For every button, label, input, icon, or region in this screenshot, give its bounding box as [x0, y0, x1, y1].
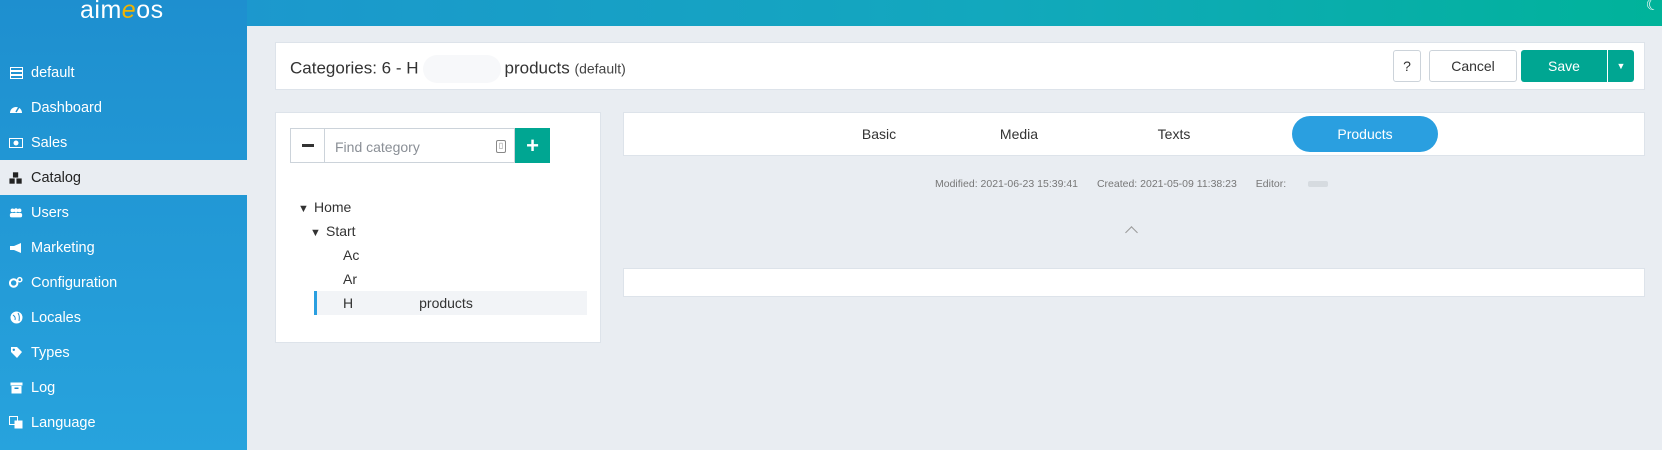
tab-media[interactable]: Media [959, 116, 1079, 152]
cubes-icon [9, 171, 23, 185]
money-icon [9, 136, 23, 150]
modified-date: Modified: 2021-06-23 15:39:41 [935, 178, 1079, 190]
sidebar-item-label: default [31, 64, 75, 81]
tree-toolbar: ▯ + [290, 128, 550, 163]
tab-texts[interactable]: Texts [1114, 116, 1234, 152]
tree-node[interactable]: Ac [343, 247, 359, 263]
contact-card-icon: ▯ [496, 140, 506, 153]
item-meta: Modified: 2021-06-23 15:39:41 Created: 2… [935, 178, 1360, 190]
item-tabs: Basic Media Texts Products [623, 112, 1645, 156]
products-list-panel [623, 268, 1645, 297]
sidebar-item-types[interactable]: Types [0, 335, 247, 370]
sidebar-item-label: Users [31, 204, 69, 221]
archive-icon [9, 381, 23, 395]
megaphone-icon [9, 241, 23, 255]
find-category-field: ▯ [325, 128, 515, 163]
expand-toggle-icon[interactable]: ▼ [298, 203, 314, 215]
title-suffix: products [504, 58, 570, 78]
editor-field: Editor: [1256, 178, 1344, 190]
sidebar-item-marketing[interactable]: Marketing [0, 230, 247, 265]
minus-icon [301, 144, 314, 147]
sidebar-item-log[interactable]: Log [0, 370, 247, 405]
page-title: Categories: 6 - H products (default) [290, 55, 626, 83]
sidebar-item-language[interactable]: Language [0, 405, 247, 440]
created-date: Created: 2021-05-09 11:38:23 [1096, 178, 1237, 190]
sidebar-item-label: Language [31, 414, 96, 431]
save-options-button[interactable]: ▼ [1608, 50, 1634, 82]
find-category-input[interactable] [333, 130, 487, 163]
sidebar-item-users[interactable]: Users [0, 195, 247, 230]
top-bar: ☾ [0, 0, 1662, 26]
sidebar-item-sales[interactable]: Sales [0, 125, 247, 160]
server-icon [9, 66, 23, 80]
sidebar-item-label: Locales [31, 309, 81, 326]
sidebar-item-label: Configuration [31, 274, 118, 291]
add-category-button[interactable]: + [515, 128, 550, 163]
tab-basic[interactable]: Basic [819, 116, 939, 152]
site-label: (default) [574, 60, 626, 77]
gauge-icon [9, 101, 23, 115]
sidebar-item-label: Types [31, 344, 70, 361]
tags-icon [9, 346, 23, 360]
sidebar-item-label: Dashboard [31, 99, 102, 116]
globe-icon [9, 311, 23, 325]
page-header: Categories: 6 - H products (default) ? Ca… [275, 42, 1645, 90]
sidebar: aimeos default Dashboard Sales Catalog U… [0, 0, 247, 450]
sidebar-nav: default Dashboard Sales Catalog Users Ma… [0, 55, 247, 440]
help-button[interactable]: ? [1393, 50, 1421, 82]
caret-down-icon: ▼ [1616, 61, 1626, 71]
aimeos-logo[interactable]: aimeos [80, 0, 164, 25]
sidebar-item-configuration[interactable]: Configuration [0, 265, 247, 300]
redacted-text [1308, 181, 1329, 188]
collapse-chevron-up-icon[interactable] [1125, 226, 1138, 239]
tree-node-home[interactable]: ▼ Home [298, 199, 351, 215]
tree-node-selected-label[interactable]: Hproducts [343, 295, 473, 311]
users-icon [9, 206, 23, 220]
gears-icon [9, 276, 23, 290]
expand-toggle-icon[interactable]: ▼ [310, 227, 326, 239]
tree-node[interactable]: Ar [343, 271, 357, 287]
sidebar-item-locales[interactable]: Locales [0, 300, 247, 335]
title-prefix: Categories: 6 - H [290, 58, 419, 78]
collapse-all-button[interactable] [290, 128, 325, 163]
language-icon [9, 416, 23, 430]
tree-node-start[interactable]: ▼ Start [310, 223, 356, 239]
sidebar-item-label: Log [31, 379, 56, 396]
tab-products[interactable]: Products [1292, 116, 1438, 152]
sidebar-item-label: Marketing [31, 239, 95, 256]
redacted-text [422, 55, 501, 83]
sidebar-item-label: Catalog [31, 169, 81, 186]
cancel-button[interactable]: Cancel [1429, 50, 1517, 82]
save-button[interactable]: Save [1521, 50, 1607, 82]
sidebar-item-dashboard[interactable]: Dashboard [0, 90, 247, 125]
sidebar-item-catalog[interactable]: Catalog [0, 160, 247, 195]
plus-icon: + [526, 132, 539, 158]
sidebar-item-label: Sales [31, 134, 68, 151]
category-tree-panel: ▯ + ▼Home ▼Start Ac Ar Hproducts [275, 112, 601, 343]
sidebar-item-default[interactable]: default [0, 55, 247, 90]
dark-mode-moon-icon[interactable]: ☾ [1646, 0, 1660, 14]
